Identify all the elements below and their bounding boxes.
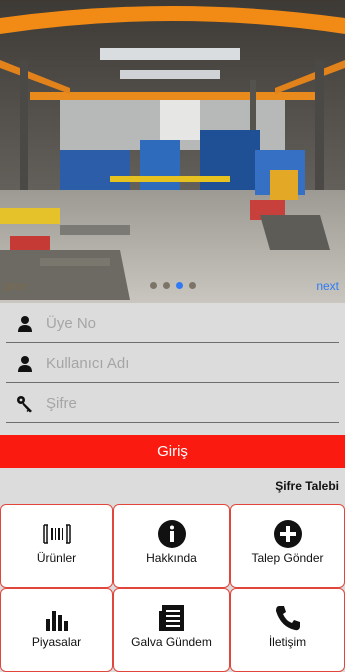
- menu-tile-markets[interactable]: Piyasalar: [0, 588, 113, 672]
- phone-icon: [275, 606, 300, 631]
- info-icon: [157, 520, 186, 548]
- carousel-dot[interactable]: [162, 282, 170, 289]
- carousel-prev-button[interactable]: prev: [4, 279, 27, 293]
- password-placeholder: Şifre: [46, 395, 77, 412]
- menu-tile-products[interactable]: Ürünler: [0, 504, 113, 588]
- login-button[interactable]: Giriş: [0, 435, 345, 468]
- user-icon: [18, 316, 32, 332]
- member-no-placeholder: Üye No: [46, 315, 97, 332]
- menu-grid: Ürünler Hakkında Talep Gönder Piyasalar: [0, 504, 345, 672]
- password-request-row: Şifre Talebi: [0, 468, 345, 504]
- key-icon: [17, 396, 32, 413]
- user-icon: [18, 356, 32, 372]
- username-placeholder: Kullanıcı Adı: [46, 355, 130, 372]
- member-no-field[interactable]: Üye No: [6, 303, 339, 343]
- carousel-dot-active[interactable]: [175, 282, 183, 289]
- menu-tile-label: Ürünler: [36, 551, 77, 565]
- menu-tile-label: Hakkında: [146, 551, 197, 565]
- factory-photo: [0, 0, 345, 303]
- carousel-dot[interactable]: [149, 282, 157, 289]
- carousel-dots: [149, 282, 196, 289]
- carousel-next-button[interactable]: next: [316, 279, 339, 293]
- menu-tile-label: Galva Gündem: [131, 635, 212, 649]
- bar-chart-icon: [45, 611, 68, 631]
- menu-tile-galva-agenda[interactable]: Galva Gündem: [113, 588, 230, 672]
- menu-tile-about[interactable]: Hakkında: [113, 504, 230, 588]
- menu-tile-label: Talep Gönder: [251, 551, 324, 565]
- menu-tile-label: İletişim: [268, 635, 307, 649]
- news-icon: [158, 605, 184, 631]
- username-field[interactable]: Kullanıcı Adı: [6, 343, 339, 383]
- menu-tile-contact[interactable]: İletişim: [230, 588, 345, 672]
- password-field[interactable]: Şifre: [6, 383, 339, 423]
- carousel-dot[interactable]: [188, 282, 196, 289]
- password-request-link[interactable]: Şifre Talebi: [275, 479, 339, 493]
- login-form: Üye No Kullanıcı Adı Şifre: [0, 303, 345, 433]
- menu-tile-send-request[interactable]: Talep Gönder: [230, 504, 345, 588]
- menu-tile-label: Piyasalar: [31, 635, 82, 649]
- plus-circle-icon: [273, 520, 302, 548]
- image-carousel[interactable]: prev next: [0, 0, 345, 303]
- barcode-icon: [42, 524, 71, 544]
